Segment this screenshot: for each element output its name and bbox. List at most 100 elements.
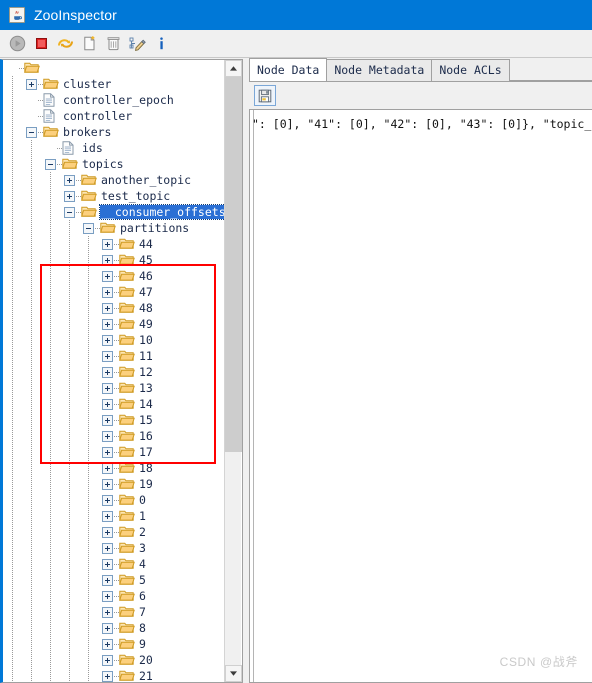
tree-node-label[interactable]: ids: [81, 141, 104, 155]
tree-node-label[interactable]: 4: [138, 557, 147, 571]
tree-node-label[interactable]: 47: [138, 285, 154, 299]
tree-node-label[interactable]: 18: [138, 461, 154, 475]
tree-node-label[interactable]: 0: [138, 493, 147, 507]
expand-toggle-icon[interactable]: [102, 414, 113, 426]
tree-node-label[interactable]: 9: [138, 637, 147, 651]
tree-node-label[interactable]: 8: [138, 621, 147, 635]
tree-node-label[interactable]: 10: [138, 333, 154, 347]
tree-node-label[interactable]: 44: [138, 237, 154, 251]
tree-node-label[interactable]: 19: [138, 477, 154, 491]
edit-node-button[interactable]: [126, 33, 148, 55]
tree-node-17[interactable]: 17: [3, 444, 226, 460]
tree-node-10[interactable]: 10: [3, 332, 226, 348]
save-node-data-button[interactable]: [254, 85, 276, 106]
tree-node-16[interactable]: 16: [3, 428, 226, 444]
tree-node-14[interactable]: 14: [3, 396, 226, 412]
tree-node-20[interactable]: 20: [3, 652, 226, 668]
tree-node-label[interactable]: partitions: [119, 221, 190, 235]
expand-toggle-icon[interactable]: [102, 670, 113, 682]
tree-node-test_topic[interactable]: test_topic: [3, 188, 226, 204]
tree-node-label[interactable]: 7: [138, 605, 147, 619]
expand-toggle-icon[interactable]: [102, 446, 113, 458]
tree-node-4[interactable]: 4: [3, 556, 226, 572]
tree-node-7[interactable]: 7: [3, 604, 226, 620]
tree-node-label[interactable]: 49: [138, 317, 154, 331]
tree-node-ids[interactable]: ids: [3, 140, 226, 156]
tree-node-partitions[interactable]: partitions: [3, 220, 226, 236]
tab-node-acls[interactable]: Node ACLs: [431, 59, 510, 81]
tree-node-cluster[interactable]: cluster: [3, 76, 226, 92]
tree-node-label[interactable]: 15: [138, 413, 154, 427]
tree-node-label[interactable]: controller_epoch: [62, 93, 175, 107]
tree-node-1[interactable]: 1: [3, 508, 226, 524]
collapse-toggle-icon[interactable]: [64, 206, 75, 218]
expand-toggle-icon[interactable]: [64, 190, 75, 202]
tree-node-label[interactable]: 46: [138, 269, 154, 283]
node-data-textarea[interactable]: ": [0], "41": [0], "42": [0], "43": [0]}…: [249, 109, 592, 683]
tree-node-label[interactable]: cluster: [62, 77, 112, 91]
expand-toggle-icon[interactable]: [102, 286, 113, 298]
expand-toggle-icon[interactable]: [64, 174, 75, 186]
tree-node-3[interactable]: 3: [3, 540, 226, 556]
collapse-toggle-icon[interactable]: [45, 158, 56, 170]
expand-toggle-icon[interactable]: [102, 606, 113, 618]
tree-node-45[interactable]: 45: [3, 252, 226, 268]
tree-node-18[interactable]: 18: [3, 460, 226, 476]
expand-toggle-icon[interactable]: [102, 270, 113, 282]
collapse-toggle-icon[interactable]: [83, 222, 94, 234]
add-node-button[interactable]: [78, 33, 100, 55]
tree-node-label[interactable]: 1: [138, 509, 147, 523]
tree-node-__consumer_offsets[interactable]: __consumer_offsets: [3, 204, 226, 220]
tree-viewport[interactable]: cluster controller_epoch controller brokers…: [3, 60, 226, 682]
tree-node-6[interactable]: 6: [3, 588, 226, 604]
tree-node-47[interactable]: 47: [3, 284, 226, 300]
expand-toggle-icon[interactable]: [102, 654, 113, 666]
refresh-button[interactable]: [54, 33, 76, 55]
collapse-toggle-icon[interactable]: [26, 126, 37, 138]
scroll-down-arrow-icon[interactable]: [225, 665, 242, 682]
tree-node-controller_epoch[interactable]: controller_epoch: [3, 92, 226, 108]
tree-node-brokers[interactable]: brokers: [3, 124, 226, 140]
expand-toggle-icon[interactable]: [102, 238, 113, 250]
tree-node-label[interactable]: 2: [138, 525, 147, 539]
expand-toggle-icon[interactable]: [102, 318, 113, 330]
expand-toggle-icon[interactable]: [26, 78, 37, 90]
scrollbar-thumb[interactable]: [225, 77, 242, 452]
expand-toggle-icon[interactable]: [102, 542, 113, 554]
disconnect-button[interactable]: [30, 33, 52, 55]
expand-toggle-icon[interactable]: [102, 334, 113, 346]
delete-node-button[interactable]: [102, 33, 124, 55]
tree-node-label[interactable]: __consumer_offsets: [99, 204, 226, 220]
expand-toggle-icon[interactable]: [102, 494, 113, 506]
tree-node-label[interactable]: 20: [138, 653, 154, 667]
tree-node-root[interactable]: [3, 60, 226, 76]
tree-node-topics[interactable]: topics: [3, 156, 226, 172]
expand-toggle-icon[interactable]: [102, 478, 113, 490]
tree-node-label[interactable]: 16: [138, 429, 154, 443]
tree-node-label[interactable]: 48: [138, 301, 154, 315]
tree-node-19[interactable]: 19: [3, 476, 226, 492]
tree-node-2[interactable]: 2: [3, 524, 226, 540]
tree-node-label[interactable]: 14: [138, 397, 154, 411]
tree-node-label[interactable]: 3: [138, 541, 147, 555]
tree-node-label[interactable]: 6: [138, 589, 147, 603]
tree-node-44[interactable]: 44: [3, 236, 226, 252]
tree-node-another_topic[interactable]: another_topic: [3, 172, 226, 188]
tree-node-49[interactable]: 49: [3, 316, 226, 332]
expand-toggle-icon[interactable]: [102, 366, 113, 378]
expand-toggle-icon[interactable]: [102, 590, 113, 602]
expand-toggle-icon[interactable]: [102, 558, 113, 570]
expand-toggle-icon[interactable]: [102, 526, 113, 538]
expand-toggle-icon[interactable]: [102, 622, 113, 634]
tree-node-label[interactable]: brokers: [62, 125, 112, 139]
tree-node-0[interactable]: 0: [3, 492, 226, 508]
expand-toggle-icon[interactable]: [102, 638, 113, 650]
tree-node-label[interactable]: test_topic: [100, 189, 171, 203]
tree-node-46[interactable]: 46: [3, 268, 226, 284]
tree-node-controller[interactable]: controller: [3, 108, 226, 124]
expand-toggle-icon[interactable]: [102, 574, 113, 586]
tree-node-label[interactable]: 13: [138, 381, 154, 395]
tree-node-8[interactable]: 8: [3, 620, 226, 636]
expand-toggle-icon[interactable]: [102, 254, 113, 266]
expand-toggle-icon[interactable]: [102, 382, 113, 394]
